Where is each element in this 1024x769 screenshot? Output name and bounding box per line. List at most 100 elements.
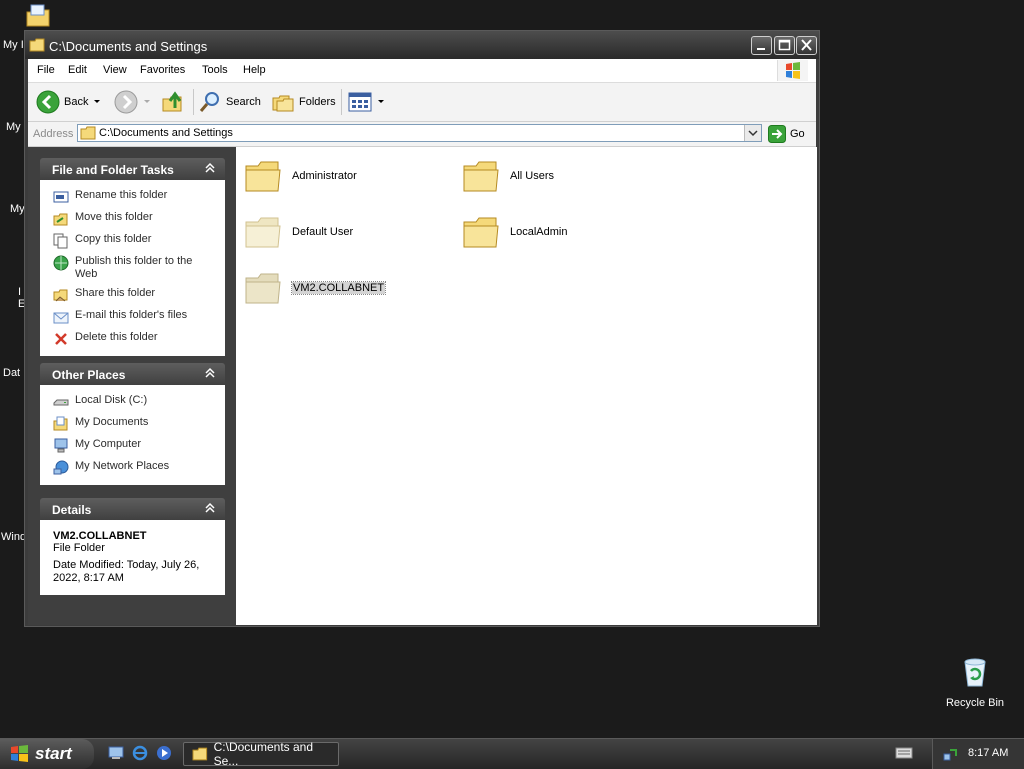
folders-button[interactable]: Folders: [271, 90, 336, 114]
desktop-label[interactable]: I: [18, 286, 21, 298]
menu-bar: File Edit View Favorites Tools Help: [28, 59, 816, 83]
go-button[interactable]: Go: [768, 125, 805, 143]
desktop-label[interactable]: Wind: [1, 531, 26, 543]
menu-edit[interactable]: Edit: [68, 64, 87, 76]
desktop-icon-recycle-bin[interactable]: Recycle Bin: [940, 656, 1010, 709]
chevron-down-icon: [94, 100, 101, 103]
folder-item-default-user[interactable]: Default User: [244, 213, 353, 251]
task-share-folder[interactable]: Share this folder: [40, 284, 225, 306]
title-bar[interactable]: C:\Documents and Settings: [25, 31, 819, 59]
menu-help[interactable]: Help: [243, 64, 266, 76]
folders-label: Folders: [299, 96, 336, 108]
start-button[interactable]: start: [0, 739, 94, 769]
close-button[interactable]: [796, 36, 817, 55]
folder-icon: [245, 217, 281, 248]
task-label: Copy this folder: [75, 233, 152, 245]
explorer-window: C:\Documents and Settings File Edit View…: [24, 30, 820, 627]
task-copy-folder[interactable]: Copy this folder: [40, 230, 225, 252]
address-input[interactable]: C:\Documents and Settings: [77, 124, 762, 142]
quicklaunch-media-player[interactable]: [156, 745, 172, 764]
folder-icon: [463, 161, 499, 192]
folder-envelope-icon: [26, 4, 50, 27]
place-label: My Documents: [75, 416, 149, 428]
move-icon: [53, 213, 68, 226]
menu-favorites[interactable]: Favorites: [140, 64, 185, 76]
file-folder-tasks-panel: File and Folder Tasks Rename this folder…: [40, 158, 225, 356]
windows-flag-icon: [786, 62, 800, 79]
minimize-button[interactable]: [751, 36, 772, 55]
go-arrow-icon: [768, 125, 786, 143]
place-local-disk[interactable]: Local Disk (C:): [40, 391, 225, 413]
folder-icon: [29, 38, 45, 52]
back-button[interactable]: Back: [36, 90, 102, 114]
menu-file[interactable]: File: [37, 64, 55, 76]
computer-icon: [54, 438, 68, 453]
panel-header[interactable]: Other Places: [40, 363, 225, 385]
folder-item-vm2-collabnet[interactable]: VM2.COLLABNET: [244, 269, 387, 307]
chevron-down-icon: [144, 100, 150, 103]
folder-icon: [245, 161, 281, 192]
desktop-label[interactable]: Dat: [3, 367, 20, 379]
collapse-chevron-icon[interactable]: [203, 366, 217, 383]
keyboard-layout-button[interactable]: [895, 746, 913, 763]
collapse-chevron-icon[interactable]: [203, 501, 217, 518]
details-modified: Date Modified: Today, July 26, 2022, 8:1…: [53, 559, 200, 584]
panel-body: VM2.COLLABNET File Folder Date Modified:…: [40, 520, 225, 595]
search-icon: [199, 92, 219, 112]
folder-item-localadmin[interactable]: LocalAdmin: [462, 213, 567, 251]
details-name: VM2.COLLABNET: [53, 530, 147, 542]
network-icon: [53, 460, 69, 475]
email-icon: [53, 312, 69, 324]
task-publish-folder[interactable]: Publish this folder to the Web: [40, 252, 225, 284]
chevron-down-icon: [748, 130, 758, 137]
views-button[interactable]: [348, 90, 386, 114]
folder-item-all-users[interactable]: All Users: [462, 157, 554, 195]
search-button[interactable]: Search: [198, 90, 261, 114]
place-my-network-places[interactable]: My Network Places: [40, 457, 225, 479]
tray-network-icon-button[interactable]: [942, 746, 958, 765]
desktop-icon-my-documents[interactable]: [24, 2, 52, 33]
task-pane: File and Folder Tasks Rename this folder…: [28, 147, 236, 625]
up-folder-button[interactable]: [161, 90, 185, 114]
task-delete-folder[interactable]: Delete this folder: [40, 328, 225, 350]
place-my-documents[interactable]: My Documents: [40, 413, 225, 435]
drive-icon: [53, 399, 69, 406]
place-my-computer[interactable]: My Computer: [40, 435, 225, 457]
windows-logo: [777, 60, 808, 81]
rename-icon: [53, 191, 69, 203]
task-rename-folder[interactable]: Rename this folder: [40, 186, 225, 208]
menu-view[interactable]: View: [103, 64, 127, 76]
task-email-files[interactable]: E-mail this folder's files: [40, 306, 225, 328]
clock[interactable]: 8:17 AM: [968, 747, 1008, 759]
quicklaunch-show-desktop[interactable]: [108, 745, 124, 764]
panel-body: Rename this folder Move this folder Copy…: [40, 180, 225, 356]
desktop-label[interactable]: My: [6, 121, 21, 133]
forward-arrow-icon: [114, 90, 138, 114]
task-move-folder[interactable]: Move this folder: [40, 208, 225, 230]
network-status-icon: [943, 749, 957, 761]
task-label: Rename this folder: [75, 189, 168, 201]
collapse-chevron-icon[interactable]: [203, 161, 217, 178]
start-label: start: [35, 744, 72, 763]
desktop-label[interactable]: My I: [3, 39, 24, 51]
address-dropdown-button[interactable]: [744, 125, 761, 141]
internet-explorer-icon: [132, 745, 148, 761]
folder-icon: [80, 126, 96, 140]
maximize-button[interactable]: [774, 36, 795, 55]
search-label: Search: [226, 96, 261, 108]
quicklaunch-internet-explorer[interactable]: [132, 745, 148, 764]
forward-button[interactable]: [114, 90, 152, 114]
folder-icon: [245, 273, 281, 304]
panel-header[interactable]: Details: [40, 498, 225, 520]
panel-header[interactable]: File and Folder Tasks: [40, 158, 225, 180]
address-label: Address: [33, 128, 74, 140]
taskbar-window-button[interactable]: C:\Documents and Se...: [183, 740, 339, 768]
folder-item-administrator[interactable]: Administrator: [244, 157, 357, 195]
menu-tools[interactable]: Tools: [202, 64, 228, 76]
close-icon: [801, 39, 812, 51]
chevron-down-icon: [378, 100, 384, 103]
back-arrow-icon: [36, 90, 60, 114]
address-bar: Address C:\Documents and Settings Go: [28, 122, 816, 147]
desktop-label[interactable]: My: [10, 203, 25, 215]
panel-title: Other Places: [52, 368, 126, 382]
